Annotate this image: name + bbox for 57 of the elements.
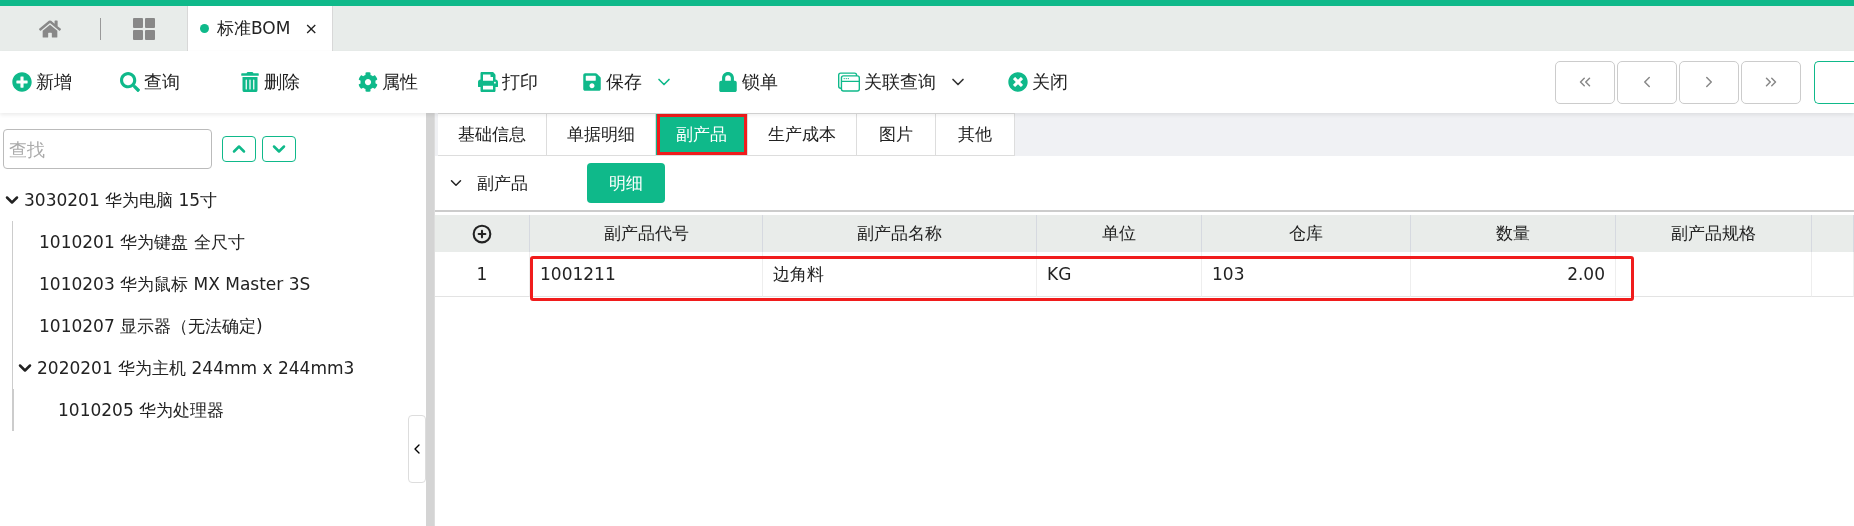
toolbar-button[interactable]: 保存	[582, 70, 674, 94]
column-header: 副产品代号	[530, 215, 763, 252]
toolbar-button[interactable]: 打印	[478, 70, 538, 94]
table-cell: KG	[1037, 252, 1202, 297]
lock-icon	[718, 72, 738, 92]
next-button[interactable]	[1679, 60, 1739, 104]
tree-item[interactable]: 1010207 显示器（无法确定)	[39, 314, 263, 338]
window-search-icon	[838, 71, 860, 93]
close-icon[interactable]: ×	[304, 19, 318, 38]
column-header: 副产品名称	[763, 215, 1037, 252]
down-button[interactable]	[262, 136, 296, 162]
close-icon	[1008, 72, 1028, 92]
document-tab[interactable]: 标准BOM ×	[187, 6, 333, 51]
table-cell: 2.00	[1411, 252, 1616, 297]
tab[interactable]: 其他	[936, 113, 1015, 156]
gear-icon	[358, 72, 378, 92]
table-cell: 103	[1202, 252, 1411, 297]
printer-icon	[478, 72, 498, 92]
column-header: 仓库	[1202, 215, 1411, 252]
search-field[interactable]: 查找	[3, 129, 212, 169]
table-cell: 1001211	[530, 252, 763, 297]
toolbar-button[interactable]: 关联查询	[838, 70, 968, 94]
toolbar-button[interactable]: 关闭	[1008, 70, 1068, 94]
home-icon[interactable]	[39, 17, 61, 40]
tree-item[interactable]: 1010203 华为鼠标 MX Master 3S	[39, 272, 311, 296]
tab[interactable]: 基础信息	[438, 113, 547, 156]
tab[interactable]: 图片	[857, 113, 936, 156]
tree-item[interactable]: 2020201 华为主机 244mm x 244mm3	[37, 356, 355, 380]
first-button[interactable]	[1555, 60, 1615, 104]
grid-icon[interactable]	[133, 17, 155, 40]
previous-button[interactable]	[1617, 60, 1677, 104]
toolbar-button[interactable]: 属性	[358, 70, 418, 94]
tree-item[interactable]: 1010205 华为处理器	[58, 398, 225, 422]
status-dot-icon	[200, 24, 209, 33]
more-button[interactable]	[1814, 60, 1854, 104]
row-number: 1	[435, 252, 530, 297]
toolbar-button[interactable]: 删除	[240, 70, 300, 94]
toolbar-button[interactable]: 新增	[12, 70, 72, 94]
toolbar-button[interactable]: 锁单	[718, 70, 778, 94]
add-row-icon[interactable]	[472, 223, 492, 244]
toolbar-button[interactable]: 查询	[120, 70, 180, 94]
search-icon	[120, 72, 140, 92]
collapse-button[interactable]	[408, 415, 426, 483]
header-cell	[1812, 215, 1854, 252]
column-header: 单位	[1037, 215, 1202, 252]
column-header: 副产品规格	[1616, 215, 1812, 252]
column-header: 数量	[1411, 215, 1616, 252]
table-cell: 边角料	[763, 252, 1037, 297]
last-button[interactable]	[1741, 60, 1801, 104]
tree-item[interactable]: 1010201 华为键盘 全尺寸	[39, 230, 245, 254]
up-button[interactable]	[222, 136, 256, 162]
tree-item[interactable]: 3030201 华为电脑 15寸	[24, 188, 218, 212]
trash-icon	[240, 72, 260, 92]
tab[interactable]: 生产成本	[748, 113, 857, 156]
tab[interactable]: 单据明细	[547, 113, 656, 156]
section-title: 副产品	[477, 171, 529, 195]
plus-icon	[12, 72, 32, 92]
